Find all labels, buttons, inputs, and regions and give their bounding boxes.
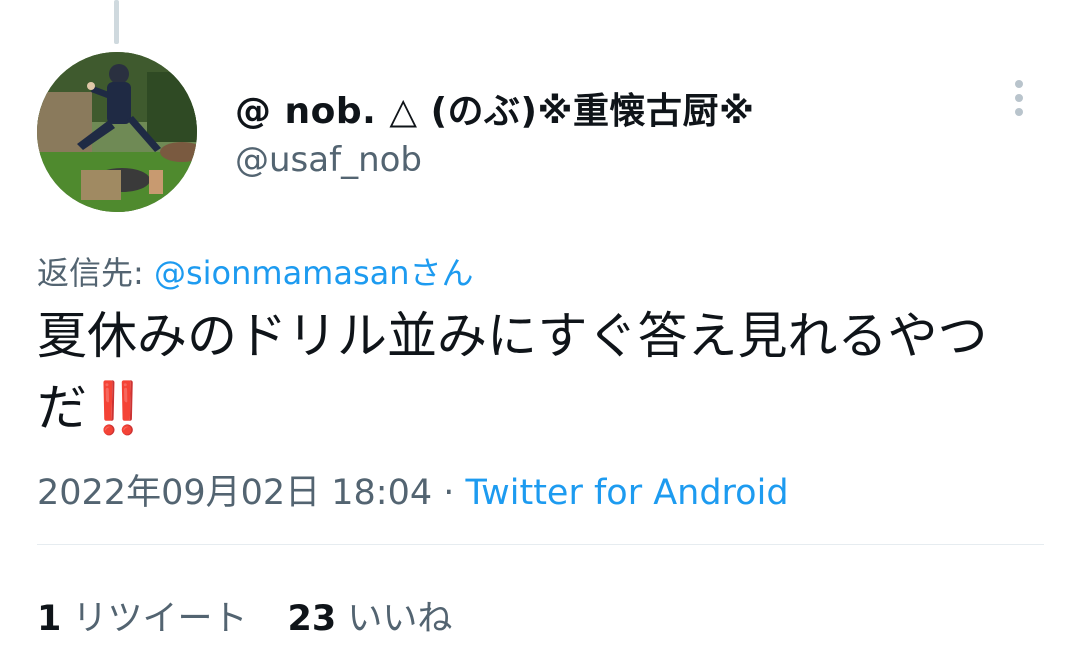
profile-photo-icon [37,52,197,212]
retweets-label: リツイート [72,599,248,639]
tweet-text: 夏休みのドリル並みにすぐ答え見れるやつだ‼️ [37,300,1047,444]
engagement-stats: 1 リツイート 23 いいね [37,590,452,641]
author-handle[interactable]: @usaf_nob [235,140,422,180]
tweet-timestamp[interactable]: 2022年09月02日 18:04 [37,473,432,513]
likes-stat[interactable]: 23 いいね [288,599,453,639]
reply-to-link[interactable]: @sionmamasanさん [154,254,474,292]
more-dots-icon [1015,80,1023,88]
reply-context: 返信先: @sionmamasanさん [37,248,474,294]
reply-to-handle: @sionmamasan [153,254,410,292]
reply-prefix: 返信先: [37,254,154,292]
tweet-body: 夏休みのドリル並みにすぐ答え見れるやつだ [37,307,988,437]
avatar[interactable] [37,52,197,212]
retweets-count: 1 [37,599,62,639]
likes-label: いいね [347,599,453,639]
tweet-source-link[interactable]: Twitter for Android [466,473,789,513]
more-dots-icon [1015,94,1023,102]
meta-separator: · [432,473,466,513]
tweet-metadata: 2022年09月02日 18:04 · Twitter for Android [37,464,789,515]
retweets-stat[interactable]: 1 リツイート [37,599,248,639]
more-options-button[interactable] [1000,76,1040,120]
author-display-name[interactable]: @ nob. △ (のぶ)※重懐古厨※ [235,82,755,134]
likes-count: 23 [287,599,337,639]
reply-to-suffix: さん [409,254,474,292]
divider [37,544,1044,545]
more-dots-icon [1015,108,1023,116]
double-exclamation-emoji: ‼️ [87,379,149,437]
thread-connector-line [114,0,119,44]
